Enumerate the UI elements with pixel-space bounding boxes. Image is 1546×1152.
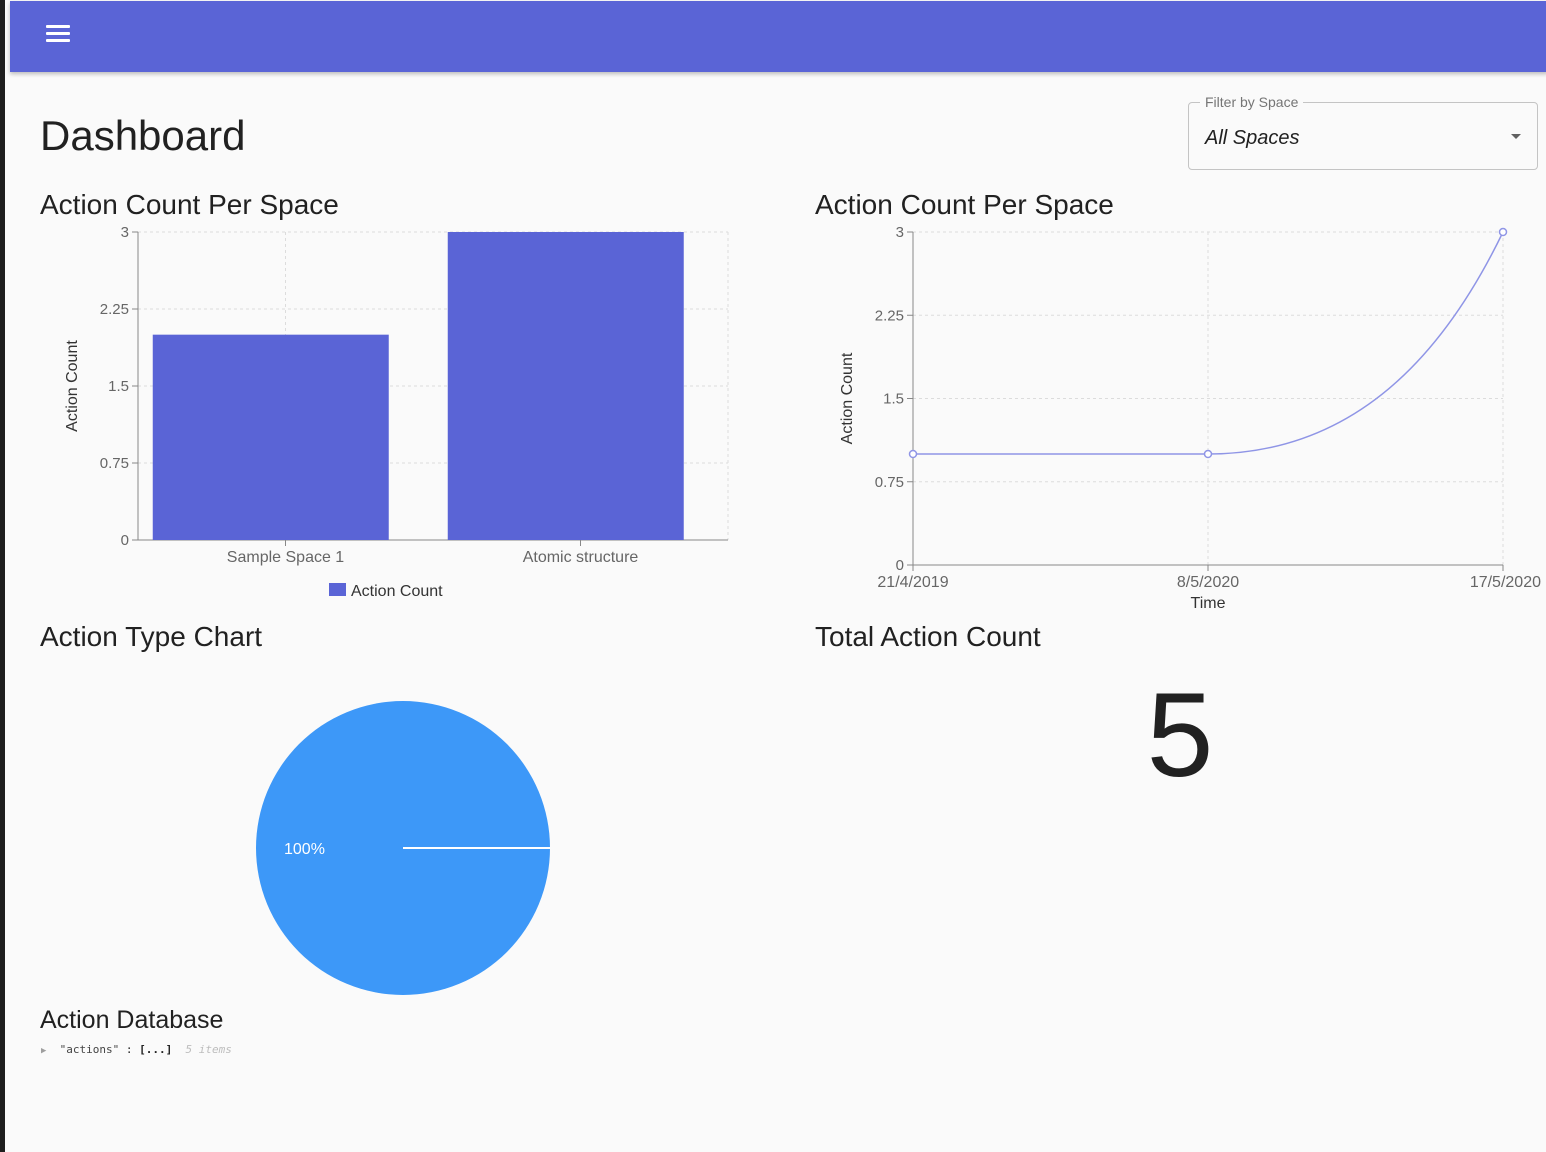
bar xyxy=(447,232,684,540)
filter-by-space-select[interactable]: Filter by Space All Spaces xyxy=(1188,94,1538,170)
pie-chart: 100% xyxy=(256,701,550,995)
bar-y-tick-label: 0.75 xyxy=(100,455,129,472)
filter-label: Filter by Space xyxy=(1200,94,1304,110)
line-x-tick-label: 21/4/2019 xyxy=(877,574,948,591)
line-y-tick-label: 0 xyxy=(896,557,904,574)
line-y-axis-label: Action Count xyxy=(839,352,856,444)
line-chart: 0 0.75 1.5 2.25 3 21/4/2019 8/5/2020 17/5/2020 A… xyxy=(839,224,1541,612)
bar-y-tick-label: 2.25 xyxy=(100,301,129,318)
bar-y-tick-label: 1.5 xyxy=(108,378,129,395)
json-item-count: 5 items xyxy=(185,1043,232,1056)
line-y-tick-label: 1.5 xyxy=(883,391,904,408)
total-count-title: Total Action Count xyxy=(815,621,1041,652)
line-point xyxy=(908,449,918,459)
app-bar xyxy=(10,1,1546,72)
bar-legend-swatch xyxy=(329,583,346,596)
line-point xyxy=(1203,449,1213,459)
line-x-tick-label: 17/5/2020 xyxy=(1470,574,1541,591)
bar-x-tick-label: Sample Space 1 xyxy=(227,549,345,566)
bar-chart-title: Action Count Per Space xyxy=(40,189,339,220)
app-window: Dashboard Filter by Space All Spaces Act… xyxy=(0,0,1546,1152)
dropdown-arrow-icon xyxy=(1511,134,1521,139)
line-chart-title: Action Count Per Space xyxy=(815,189,1114,220)
bar-y-tick-label: 0 xyxy=(121,532,129,549)
line-y-tick-label: 2.25 xyxy=(875,307,904,324)
database-title: Action Database xyxy=(40,1006,224,1034)
line-y-tick-label: 0.75 xyxy=(875,474,904,491)
pie-chart-title: Action Type Chart xyxy=(40,621,263,652)
bar-legend-label: Action Count xyxy=(351,583,443,600)
bar-y-tick-label: 3 xyxy=(121,224,129,241)
json-collapsed-array: [...] xyxy=(139,1043,173,1056)
filter-selected-value: All Spaces xyxy=(1205,127,1300,149)
expand-caret-icon[interactable]: ▶ xyxy=(41,1046,46,1056)
pie-slice-label: 100% xyxy=(284,841,325,858)
bar-chart: 0 0.75 1.5 2.25 3 Sample Space 1 Atomic struct… xyxy=(64,224,729,600)
json-tree-node[interactable]: ▶ "actions" : [...] 5 items xyxy=(41,1043,232,1056)
json-key: "actions" xyxy=(59,1043,120,1056)
page-title: Dashboard xyxy=(40,112,246,159)
bar-x-tick-label: Atomic structure xyxy=(523,549,639,566)
hamburger-menu-icon[interactable] xyxy=(46,25,70,43)
bar xyxy=(152,334,389,540)
line-x-tick-label: 8/5/2020 xyxy=(1177,574,1239,591)
bar-y-axis-label: Action Count xyxy=(64,340,81,432)
line-y-tick-label: 3 xyxy=(896,224,904,241)
total-action-count: 5 xyxy=(1146,668,1214,802)
line-x-axis-label: Time xyxy=(1191,595,1226,612)
line-point xyxy=(1498,227,1508,237)
